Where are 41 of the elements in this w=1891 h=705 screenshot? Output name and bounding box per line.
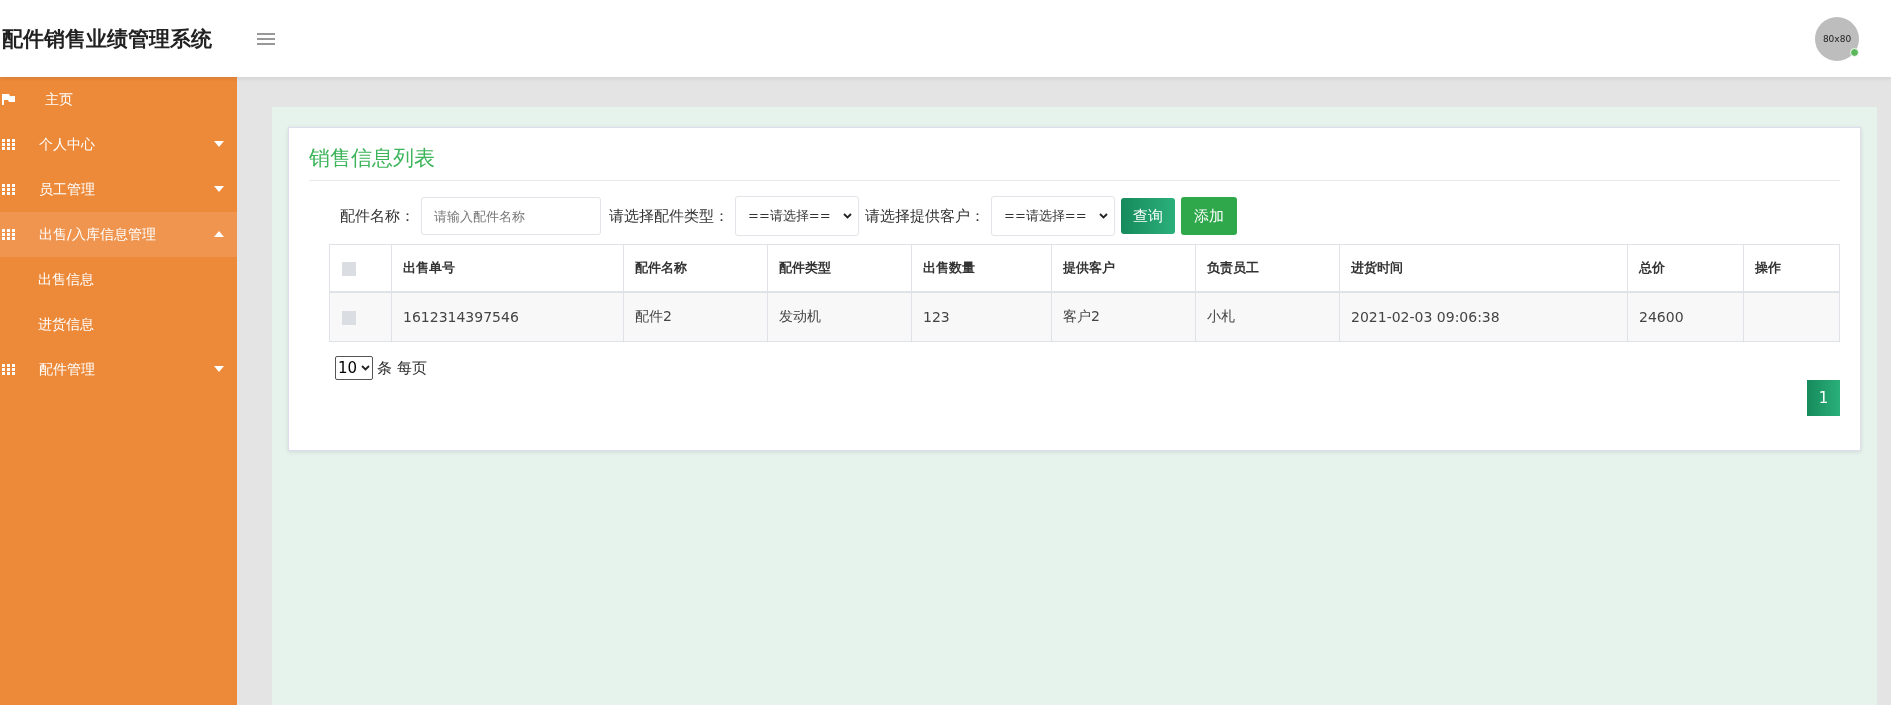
table-cell: 123 xyxy=(911,292,1052,342)
panel-title: 销售信息列表 xyxy=(309,144,1840,181)
search-button[interactable]: 查询 xyxy=(1121,198,1175,234)
filter-label: 配件名称： xyxy=(340,206,415,226)
table-cell: 1612314397546 xyxy=(391,292,624,342)
app-title: 配件销售业绩管理系统 xyxy=(2,25,212,53)
table-cell: 24600 xyxy=(1627,292,1744,342)
sidebar-item[interactable]: 主页 xyxy=(0,77,237,122)
avatar[interactable]: 80x80 xyxy=(1815,16,1859,61)
grid-icon xyxy=(2,184,15,195)
filter-label: 请选择提供客户： xyxy=(865,206,985,226)
grid-icon xyxy=(2,364,15,375)
grid-icon xyxy=(2,139,15,150)
sidebar-item[interactable]: 配件管理 xyxy=(0,347,237,392)
page-button[interactable]: 1 xyxy=(1807,380,1840,416)
add-button[interactable]: 添加 xyxy=(1181,197,1237,235)
sidebar-subitem[interactable]: 进货信息 xyxy=(0,302,237,347)
chevron-down-icon xyxy=(1099,213,1108,219)
grid-icon xyxy=(2,229,15,240)
chevron-down-icon xyxy=(843,213,852,219)
filter-dropdown[interactable]: ==请选择== xyxy=(991,196,1115,236)
page-size-label: 条 每页 xyxy=(377,358,427,378)
table-cell: 2021-02-03 09:06:38 xyxy=(1339,292,1628,342)
part-name-input[interactable]: 请输入配件名称 xyxy=(421,197,601,235)
table-cell: 配件2 xyxy=(623,292,768,342)
select-all-checkbox[interactable] xyxy=(342,261,356,276)
filter-dropdown[interactable]: ==请选择== xyxy=(735,196,859,236)
table-cell: 发动机 xyxy=(767,292,912,342)
flag-icon xyxy=(2,94,15,105)
page-size-dropdown[interactable]: 10 xyxy=(335,356,374,380)
table-cell: 小札 xyxy=(1195,292,1340,342)
online-status-dot xyxy=(1850,47,1859,57)
sidebar-item[interactable]: 员工管理 xyxy=(0,167,237,212)
chevron-down-icon xyxy=(361,365,371,371)
table-cell: 客户2 xyxy=(1051,292,1196,342)
row-checkbox[interactable] xyxy=(342,311,356,325)
sidebar-item[interactable]: 个人中心 xyxy=(0,122,237,167)
sidebar-subitem[interactable]: 出售信息 xyxy=(0,257,237,302)
sidebar-item[interactable]: 出售/入库信息管理 xyxy=(0,212,237,257)
filter-label: 请选择配件类型： xyxy=(609,206,729,226)
menu-icon[interactable] xyxy=(256,31,276,46)
